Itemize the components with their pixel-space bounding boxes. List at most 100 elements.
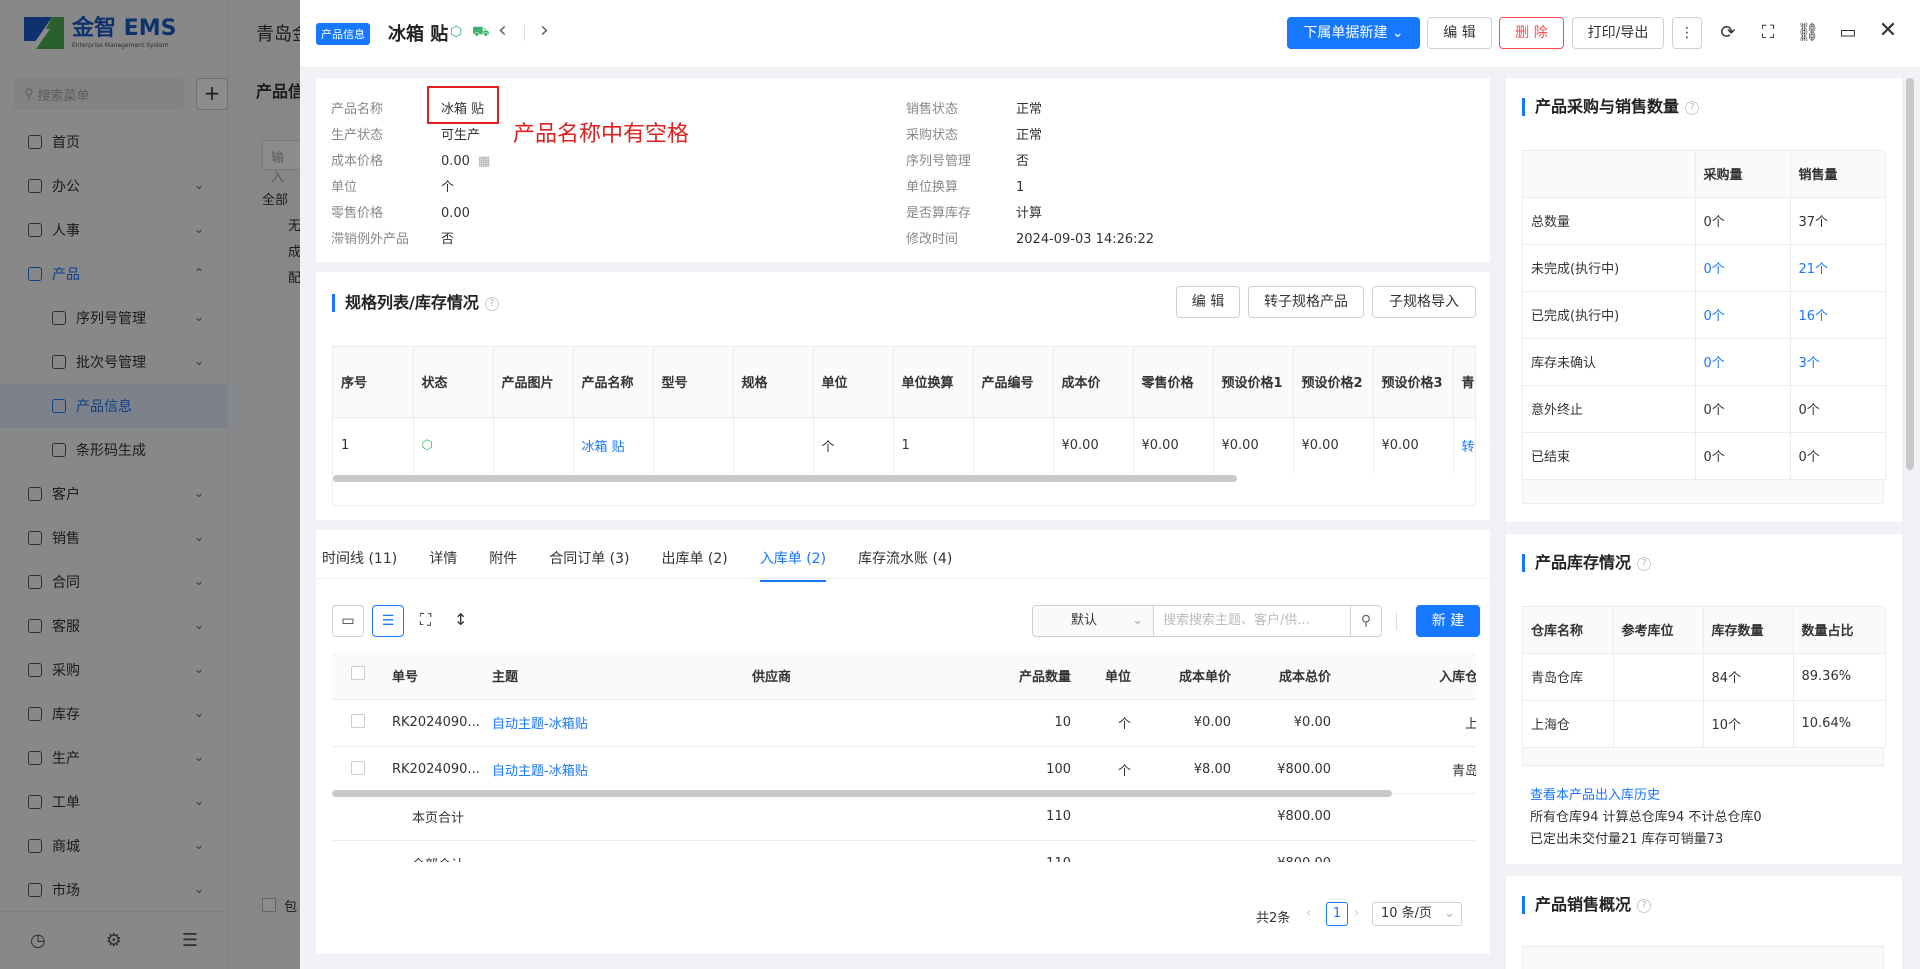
window-icon[interactable]: ▭ [1836, 22, 1860, 43]
sales-overview-title-text: 产品销售概况 [1535, 895, 1632, 914]
sales-qty-link[interactable]: 16个 [1790, 291, 1886, 339]
column-header: 单号 [384, 652, 484, 700]
chevron-down-icon: ⌄ [1391, 25, 1404, 41]
tab-timeline[interactable]: 时间线 (11) [322, 548, 397, 582]
tab-inbound[interactable]: 入库单 (2) [759, 548, 827, 582]
chevron-right-icon[interactable]: › [1354, 905, 1360, 921]
convert-sub-spec-button[interactable]: 转子规格产品 [1248, 286, 1364, 318]
column-header: 规格 [733, 347, 814, 417]
search-button[interactable]: ⚲ [1350, 605, 1382, 637]
edit-button[interactable]: 编 辑 [1427, 17, 1492, 49]
row-checkbox[interactable] [351, 713, 365, 728]
inbound-number: RK2024090... [384, 699, 484, 747]
table-row[interactable]: 1 ⬡ 冰箱 贴 个 1 ¥0.00 ¥0.00 ¥0.00 ¥0.00 ¥0.… [333, 416, 1475, 473]
table-cell: ¥0.00 [1373, 416, 1454, 473]
location-cell [1613, 700, 1704, 748]
create-subordinate-label: 下属单据新建 [1303, 25, 1388, 41]
page-size-select[interactable]: 10 条/页 ⌄ [1372, 902, 1462, 926]
horizontal-scrollbar[interactable] [333, 475, 1237, 482]
column-header: 主题 [484, 652, 744, 700]
qty-cell: 100 [994, 746, 1079, 794]
table-cell: ¥0.00 [1133, 416, 1214, 473]
filter-select[interactable]: 默认 ⌄ [1032, 605, 1154, 637]
column-header: 销售量 [1790, 151, 1886, 198]
column-header: 预设价格1 [1213, 347, 1294, 417]
product-name-link[interactable]: 冰箱 贴 [573, 416, 654, 473]
new-inbound-button[interactable]: 新 建 [1416, 605, 1480, 637]
row-checkbox[interactable] [351, 760, 365, 775]
tab-contract-orders[interactable]: 合同订单 (3) [549, 548, 629, 582]
sub-spec-import-button[interactable]: 子规格导入 [1372, 286, 1476, 318]
link-icon[interactable]: ⛓ [1796, 22, 1820, 43]
empty-cell [1139, 840, 1239, 862]
purchase-sales-card: 产品采购与销售数量? 采购量 销售量 总数量 0个 37个 未完成(执行中) 0… [1506, 78, 1902, 522]
info-value: 个 [441, 180, 455, 195]
display-mode-button[interactable]: ▭ [332, 605, 364, 637]
close-icon[interactable]: ✕ [1876, 18, 1900, 43]
inbound-search-input[interactable]: 搜索搜索主题、客户/供... [1153, 605, 1351, 637]
calculator-icon[interactable]: ▦ [478, 154, 490, 169]
column-header: 成本总价 [1239, 652, 1339, 700]
chevron-right-icon[interactable]: › [540, 18, 549, 43]
help-icon[interactable]: ? [1637, 556, 1652, 571]
info-value: 0.00 [441, 206, 470, 221]
stock-history-link[interactable]: 查看本产品出入库历史 [1530, 784, 1660, 803]
list-view-button[interactable]: ☰ [372, 605, 404, 637]
column-header: 成本价 [1053, 347, 1134, 417]
purchase-qty-link[interactable]: 0个 [1695, 244, 1791, 292]
pager-current-page[interactable]: 1 [1326, 902, 1348, 926]
purchase-qty-link[interactable]: 0个 [1695, 338, 1791, 386]
select-all-checkbox[interactable] [351, 666, 365, 681]
column-header: 状态 [413, 347, 494, 417]
help-icon[interactable]: ? [484, 296, 499, 311]
chevron-left-icon[interactable]: ‹ [1306, 905, 1312, 921]
purchase-sales-table-container: 采购量 销售量 总数量 0个 37个 未完成(执行中) 0个 21个 已完成(执… [1522, 150, 1886, 504]
tab-inventory-ledger[interactable]: 库存流水账 (4) [858, 548, 952, 582]
sales-qty-link[interactable]: 3个 [1790, 338, 1886, 386]
help-icon[interactable]: ? [1685, 100, 1700, 115]
table-row: 意外终止 0个 0个 [1523, 385, 1886, 433]
stock-table-container: 仓库名称 参考库位 库存数量 数量占比 青岛仓库 84个 89.36% 上海仓 … [1522, 606, 1886, 766]
table-row[interactable]: RK2024090... 自动主题-冰箱贴 10 个 ¥0.00 ¥0.00 上… [332, 699, 1476, 747]
fullscreen-icon[interactable]: ⛶ [1756, 22, 1780, 43]
horizontal-scrollbar[interactable] [332, 790, 1392, 797]
inbound-subject-link[interactable]: 自动主题-冰箱贴 [484, 746, 744, 794]
fullscreen-icon[interactable]: ⛶ [420, 610, 431, 630]
info-label: 修改时间 [906, 232, 959, 247]
create-subordinate-button[interactable]: 下属单据新建 ⌄ [1287, 17, 1420, 49]
supplier-cell [744, 699, 994, 747]
tab-outbound[interactable]: 出库单 (2) [661, 548, 727, 582]
spec-section-title: 规格列表/库存情况? [332, 294, 499, 312]
empty-cell [332, 840, 384, 862]
inbound-subject-link[interactable]: 自动主题-冰箱贴 [484, 699, 744, 747]
inbound-table: 单号 主题 供应商 产品数量 单位 成本单价 成本总价 入库仓库 ⇅ RK202… [332, 652, 1476, 862]
table-row[interactable]: RK2024090... 自动主题-冰箱贴 100 个 ¥8.00 ¥800.0… [332, 746, 1476, 794]
info-label: 销售状态 [906, 102, 959, 117]
delete-button[interactable]: 删 除 [1499, 17, 1564, 49]
sales-overview-table [1522, 946, 1884, 969]
row-height-icon[interactable]: ↕ [454, 610, 467, 629]
print-export-button[interactable]: 打印/导出 [1572, 17, 1664, 49]
column-header: 青 [1453, 347, 1475, 417]
info-label: 零售价格 [331, 206, 384, 221]
column-header: 入库仓库 ⇅ [1339, 652, 1476, 700]
table-cell: 1 [893, 416, 974, 473]
refresh-icon[interactable]: ⟳ [1716, 22, 1740, 43]
drawer-header: 产品信息 冰箱 贴 ⬡ ⛟ ‹ › 下属单据新建 ⌄ 编 辑 删 除 打印/导出… [300, 0, 1920, 68]
spec-card: 规格列表/库存情况? 编 辑 转子规格产品 子规格导入 序号 状态 产品图片 产… [316, 272, 1490, 520]
chevron-left-icon[interactable]: ‹ [498, 18, 507, 43]
info-value: 可生产 [441, 128, 481, 143]
row-action-link[interactable]: 转 [1453, 416, 1475, 473]
vertical-scrollbar[interactable] [1906, 78, 1914, 470]
column-header: 采购量 [1695, 151, 1791, 198]
spec-edit-button[interactable]: 编 辑 [1176, 286, 1240, 318]
sales-qty-link[interactable]: 21个 [1790, 244, 1886, 292]
column-header [1523, 151, 1696, 198]
tab-details[interactable]: 详情 [429, 548, 457, 582]
more-button[interactable]: ⋮ [1672, 17, 1702, 49]
help-icon[interactable]: ? [1637, 898, 1652, 913]
purchase-qty-link[interactable]: 0个 [1695, 291, 1791, 339]
info-label: 生产状态 [331, 128, 384, 143]
tab-attachments[interactable]: 附件 [489, 548, 517, 582]
sales-qty: 0个 [1790, 385, 1886, 433]
